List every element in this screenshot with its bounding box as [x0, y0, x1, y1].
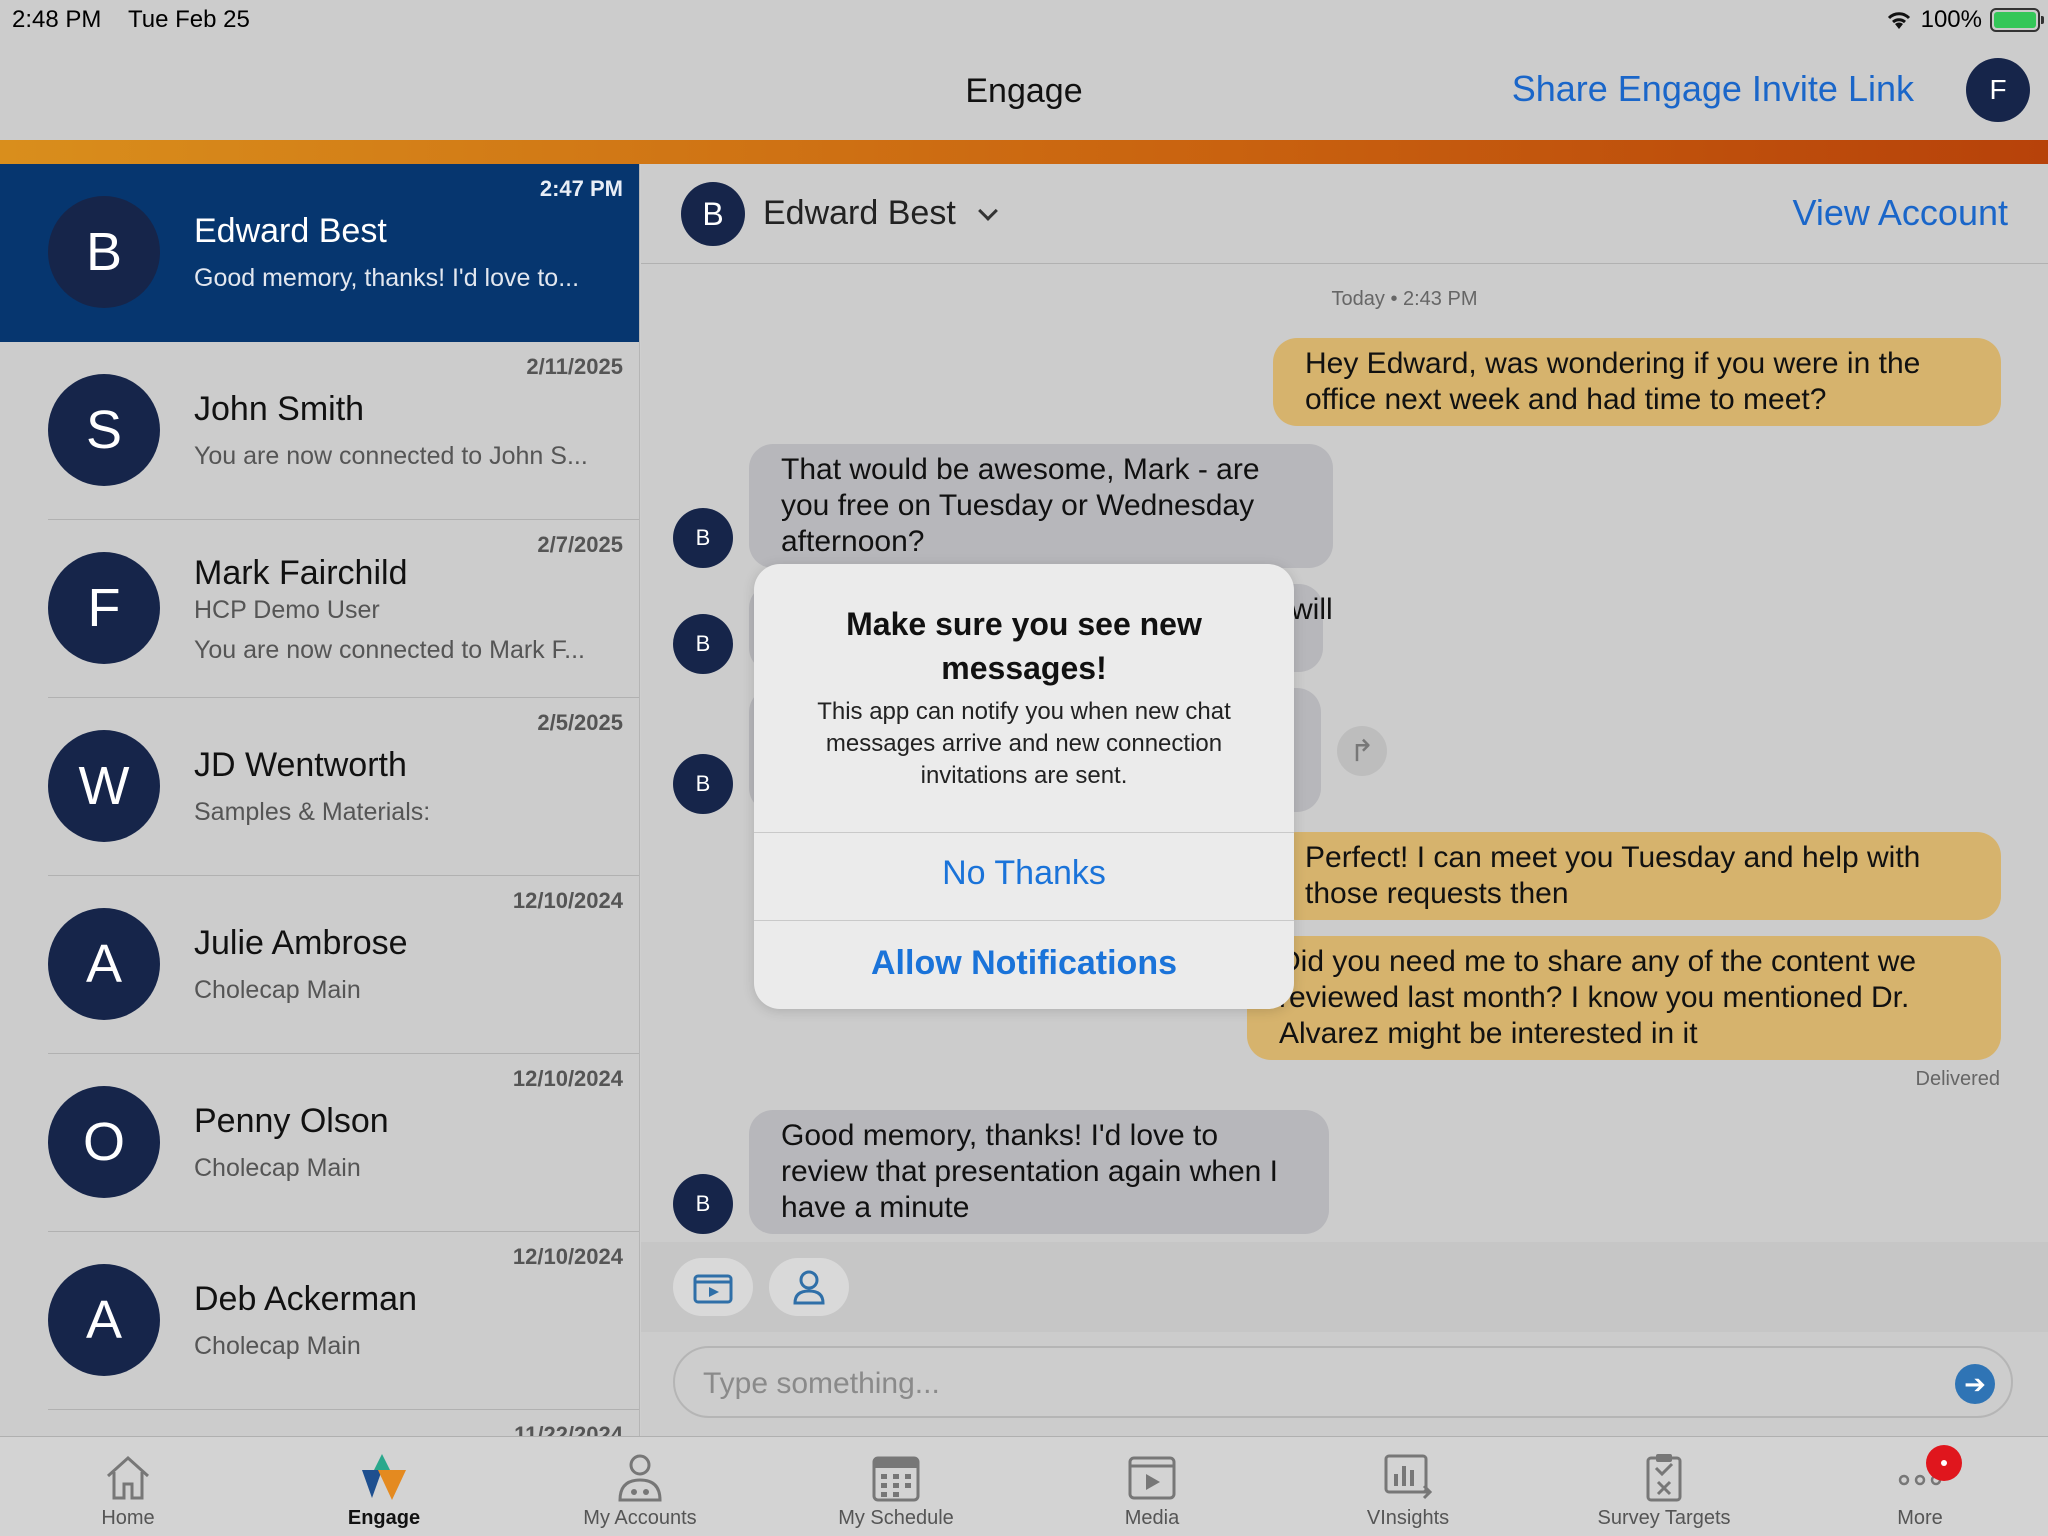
- tab-label: Home: [101, 1507, 155, 1529]
- tab-label: VInsights: [1366, 1507, 1450, 1529]
- alert-title: Make sure you see new messages!: [846, 606, 1202, 686]
- tab-bar: Home Engage My Accounts My Schedule Medi…: [0, 1436, 2048, 1536]
- tab-label: More: [1897, 1507, 1943, 1529]
- tab-survey-targets[interactable]: Survey Targets: [1536, 1437, 1792, 1536]
- alert-overlay: Make sure you see new messages! This app…: [0, 0, 2048, 1536]
- tab-engage[interactable]: Engage: [256, 1437, 512, 1536]
- calendar-icon: [872, 1456, 920, 1502]
- tab-label: My Accounts: [583, 1507, 697, 1529]
- tab-home[interactable]: Home: [0, 1437, 256, 1536]
- tab-my-accounts[interactable]: My Accounts: [512, 1437, 768, 1536]
- accounts-icon: [618, 1454, 662, 1502]
- tab-label: Survey Targets: [1597, 1507, 1731, 1529]
- tab-label: My Schedule: [838, 1507, 954, 1529]
- notification-permission-alert: Make sure you see new messages! This app…: [754, 564, 1294, 1009]
- tab-vinsights[interactable]: VInsights: [1280, 1437, 1536, 1536]
- allow-notifications-button[interactable]: Allow Notifications: [754, 944, 1294, 983]
- engage-logo-icon: [362, 1454, 406, 1500]
- home-icon: [106, 1455, 150, 1500]
- tab-more[interactable]: More: [1792, 1437, 2048, 1536]
- insights-icon: [1384, 1454, 1433, 1500]
- tab-label: Media: [1124, 1507, 1180, 1529]
- tab-media[interactable]: Media: [1024, 1437, 1280, 1536]
- notification-badge: [1926, 1445, 1962, 1481]
- media-icon: [1128, 1456, 1176, 1500]
- no-thanks-button[interactable]: No Thanks: [754, 854, 1294, 893]
- alert-message: This app can notify you when new chat me…: [817, 698, 1231, 789]
- tab-my-schedule[interactable]: My Schedule: [768, 1437, 1024, 1536]
- tab-label: Engage: [347, 1507, 421, 1529]
- survey-icon: [1646, 1454, 1682, 1502]
